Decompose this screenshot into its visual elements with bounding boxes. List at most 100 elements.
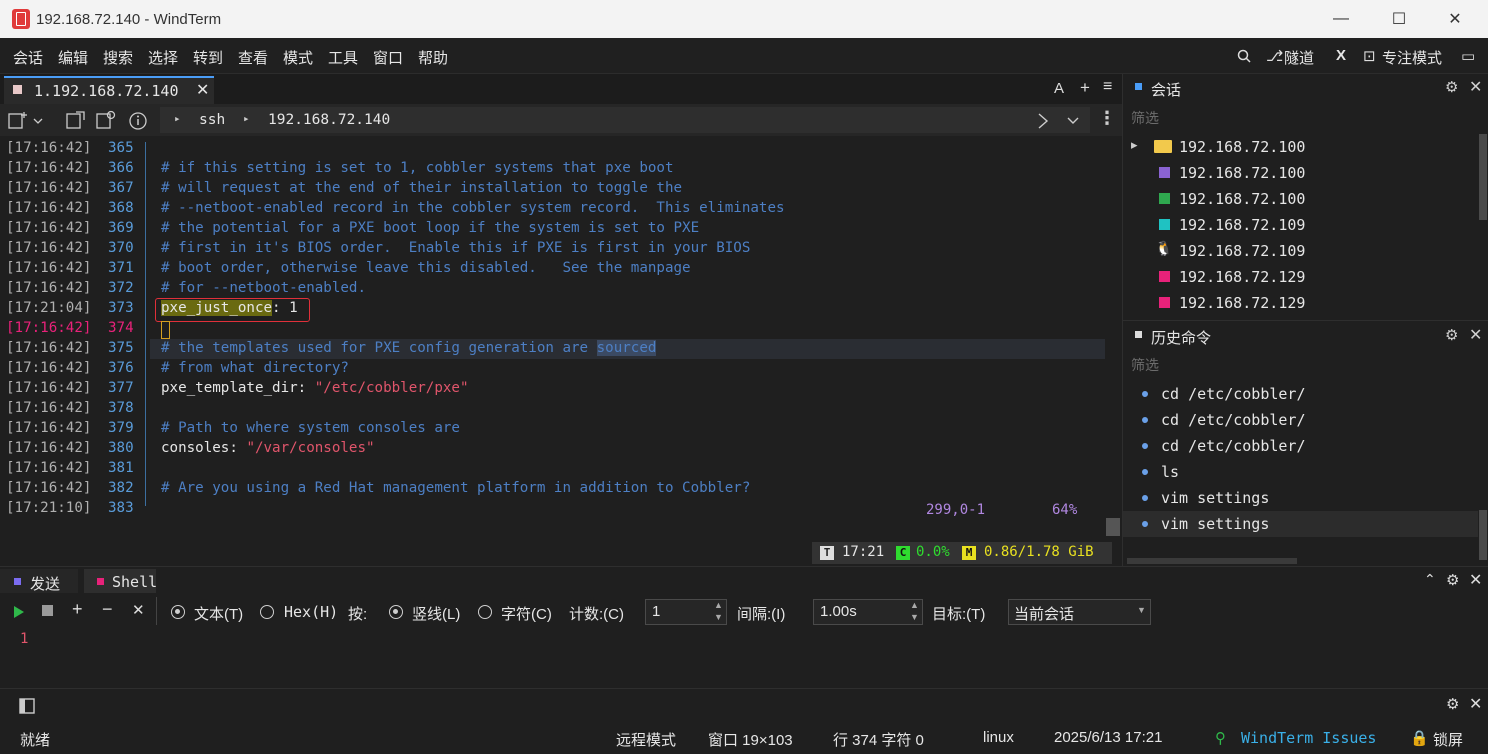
duplicate-session-icon[interactable] bbox=[96, 110, 116, 130]
close-icon[interactable]: ✕ bbox=[1469, 694, 1482, 714]
history-item[interactable]: cd /etc/cobbler/ bbox=[1123, 433, 1478, 459]
search-icon[interactable] bbox=[1237, 49, 1251, 63]
x-button[interactable]: X bbox=[1336, 47, 1346, 64]
line-code: # Path to where system consoles are bbox=[161, 420, 460, 436]
line-timestamp: [17:16:42] bbox=[6, 440, 92, 456]
remove-icon[interactable]: − bbox=[102, 599, 113, 620]
session-item[interactable]: 192.168.72.109 bbox=[1123, 212, 1478, 238]
tunnel-button[interactable]: 隧道 bbox=[1284, 47, 1314, 68]
history-item[interactable]: ls bbox=[1123, 459, 1478, 485]
session-item[interactable]: 192.168.72.129 bbox=[1123, 290, 1478, 316]
remote-mode-status[interactable]: 远程模式 bbox=[616, 729, 676, 750]
stepper-down-icon[interactable]: ▼ bbox=[910, 612, 919, 622]
stepper-up-icon[interactable]: ▲ bbox=[910, 600, 919, 610]
close-window-button[interactable]: ✕ bbox=[1430, 0, 1480, 38]
tab-menu-button[interactable]: ≡ bbox=[1103, 78, 1112, 96]
more-options-icon[interactable]: ⋮ bbox=[1098, 108, 1116, 129]
session-item[interactable]: 192.168.72.129 bbox=[1123, 264, 1478, 290]
sessions-filter-input[interactable]: 筛选 bbox=[1131, 108, 1159, 128]
history-filter-input[interactable]: 筛选 bbox=[1131, 355, 1159, 375]
terminal-line: [17:16:42] 368 # --netboot-enabled record … bbox=[0, 200, 1120, 220]
session-label: 192.168.72.109 bbox=[1179, 242, 1306, 260]
terminal-scrollbar[interactable] bbox=[1106, 518, 1120, 536]
terminal-line: [17:16:42] 369 # the potential for a PXE b… bbox=[0, 220, 1120, 240]
font-button[interactable]: A bbox=[1054, 80, 1064, 97]
menu-window[interactable]: 窗口 bbox=[373, 47, 403, 68]
count-stepper[interactable]: 1 ▲ ▼ bbox=[645, 599, 727, 625]
menu-select[interactable]: 选择 bbox=[148, 47, 178, 68]
sessions-scrollbar[interactable] bbox=[1479, 134, 1487, 220]
menu-session[interactable]: 会话 bbox=[13, 47, 43, 68]
by-line-radio[interactable] bbox=[389, 605, 403, 619]
session-color-icon bbox=[1159, 271, 1170, 282]
chevron-right-icon[interactable] bbox=[1036, 112, 1050, 130]
menu-edit[interactable]: 编辑 bbox=[58, 47, 88, 68]
history-hscrollbar[interactable] bbox=[1127, 558, 1297, 564]
target-select[interactable]: 当前会话 ▼ bbox=[1008, 599, 1151, 625]
line-code: # from what directory? bbox=[161, 360, 349, 376]
new-tab-button[interactable]: + bbox=[1080, 78, 1090, 98]
stepper-down-icon[interactable]: ▼ bbox=[714, 612, 723, 622]
target-value: 当前会话 bbox=[1014, 606, 1075, 623]
maximize-button[interactable]: ☐ bbox=[1374, 0, 1424, 38]
info-icon[interactable] bbox=[129, 112, 149, 132]
menu-goto[interactable]: 转到 bbox=[193, 47, 223, 68]
interval-label: 间隔:(I) bbox=[737, 606, 786, 623]
session-item[interactable]: 192.168.72.100 bbox=[1123, 186, 1478, 212]
gear-icon[interactable]: ⚙ bbox=[1446, 571, 1459, 589]
session-list: ▸ 192.168.72.100 192.168.72.100 192.168.72.… bbox=[1123, 134, 1488, 318]
tab-session-1[interactable]: 1.192.168.72.140 ✕ bbox=[4, 76, 214, 104]
shell-tab-icon bbox=[97, 578, 104, 585]
terminal-view[interactable]: [17:16:42] 365 [17:16:42] 366 # if this sett… bbox=[0, 136, 1122, 566]
gear-icon[interactable]: ⚙ bbox=[1445, 326, 1458, 344]
clear-icon[interactable]: ✕ bbox=[132, 601, 145, 619]
menu-help[interactable]: 帮助 bbox=[418, 47, 448, 68]
panel-toggle-icon[interactable] bbox=[18, 697, 38, 715]
focus-mode-button[interactable]: 专注模式 bbox=[1382, 47, 1442, 68]
by-line-label: 竖线(L) bbox=[412, 606, 461, 623]
close-icon[interactable]: ✕ bbox=[1469, 325, 1482, 345]
menu-tools[interactable]: 工具 bbox=[328, 47, 358, 68]
cpu-badge: C bbox=[896, 546, 910, 560]
menu-mode[interactable]: 模式 bbox=[283, 47, 313, 68]
tab-shell[interactable]: Shell bbox=[84, 569, 157, 593]
close-icon[interactable]: ✕ bbox=[1469, 570, 1482, 590]
session-item[interactable]: 192.168.72.100 bbox=[1123, 160, 1478, 186]
gear-icon[interactable]: ⚙ bbox=[1446, 695, 1459, 713]
menu-search[interactable]: 搜索 bbox=[103, 47, 133, 68]
expand-arrow-icon[interactable]: ▸ bbox=[1131, 137, 1138, 153]
stepper-up-icon[interactable]: ▲ bbox=[714, 600, 723, 610]
gear-icon[interactable]: ⚙ bbox=[1445, 78, 1458, 96]
history-item[interactable]: vim settings bbox=[1123, 511, 1478, 537]
open-session-icon[interactable] bbox=[66, 110, 86, 130]
text-cursor bbox=[161, 321, 170, 339]
send-content[interactable]: 1 bbox=[20, 631, 28, 647]
hex-mode-radio[interactable] bbox=[260, 605, 274, 619]
chevron-down-icon[interactable] bbox=[1066, 116, 1080, 126]
tab-send[interactable]: 发送 bbox=[0, 569, 78, 593]
menu-view[interactable]: 查看 bbox=[238, 47, 268, 68]
add-icon[interactable]: + bbox=[72, 599, 83, 620]
close-icon[interactable]: ✕ bbox=[1469, 77, 1482, 97]
new-session-icon[interactable] bbox=[8, 110, 44, 130]
text-mode-radio[interactable] bbox=[171, 605, 185, 619]
history-item[interactable]: cd /etc/cobbler/ bbox=[1123, 381, 1478, 407]
lock-screen-button[interactable]: 锁屏 bbox=[1433, 729, 1463, 750]
history-item[interactable]: cd /etc/cobbler/ bbox=[1123, 407, 1478, 433]
stop-icon[interactable] bbox=[42, 605, 53, 616]
tab-close-icon[interactable]: ✕ bbox=[196, 80, 209, 100]
title-bar: 192.168.72.140 - WindTerm — ☐ ✕ bbox=[0, 0, 1488, 38]
session-item[interactable]: ▸ 192.168.72.100 bbox=[1123, 134, 1478, 160]
right-sidebar: 会话 ⚙ ✕ 筛选 ▸ 192.168.72.100 192.168.72.100 1… bbox=[1122, 74, 1488, 566]
issues-link[interactable]: WindTerm Issues bbox=[1241, 729, 1376, 747]
history-scrollbar[interactable] bbox=[1479, 510, 1487, 560]
layout-toggle-icon[interactable]: ▭ bbox=[1461, 47, 1475, 65]
minimize-button[interactable]: — bbox=[1316, 0, 1366, 38]
play-icon[interactable] bbox=[13, 605, 25, 619]
lock-icon[interactable]: 🔒 bbox=[1410, 729, 1429, 747]
history-item[interactable]: vim settings bbox=[1123, 485, 1478, 511]
session-item[interactable]: 🐧 192.168.72.109 bbox=[1123, 238, 1478, 264]
by-char-radio[interactable] bbox=[478, 605, 492, 619]
interval-stepper[interactable]: 1.00s ▲ ▼ bbox=[813, 599, 923, 625]
collapse-icon[interactable]: ⌃ bbox=[1424, 571, 1436, 588]
